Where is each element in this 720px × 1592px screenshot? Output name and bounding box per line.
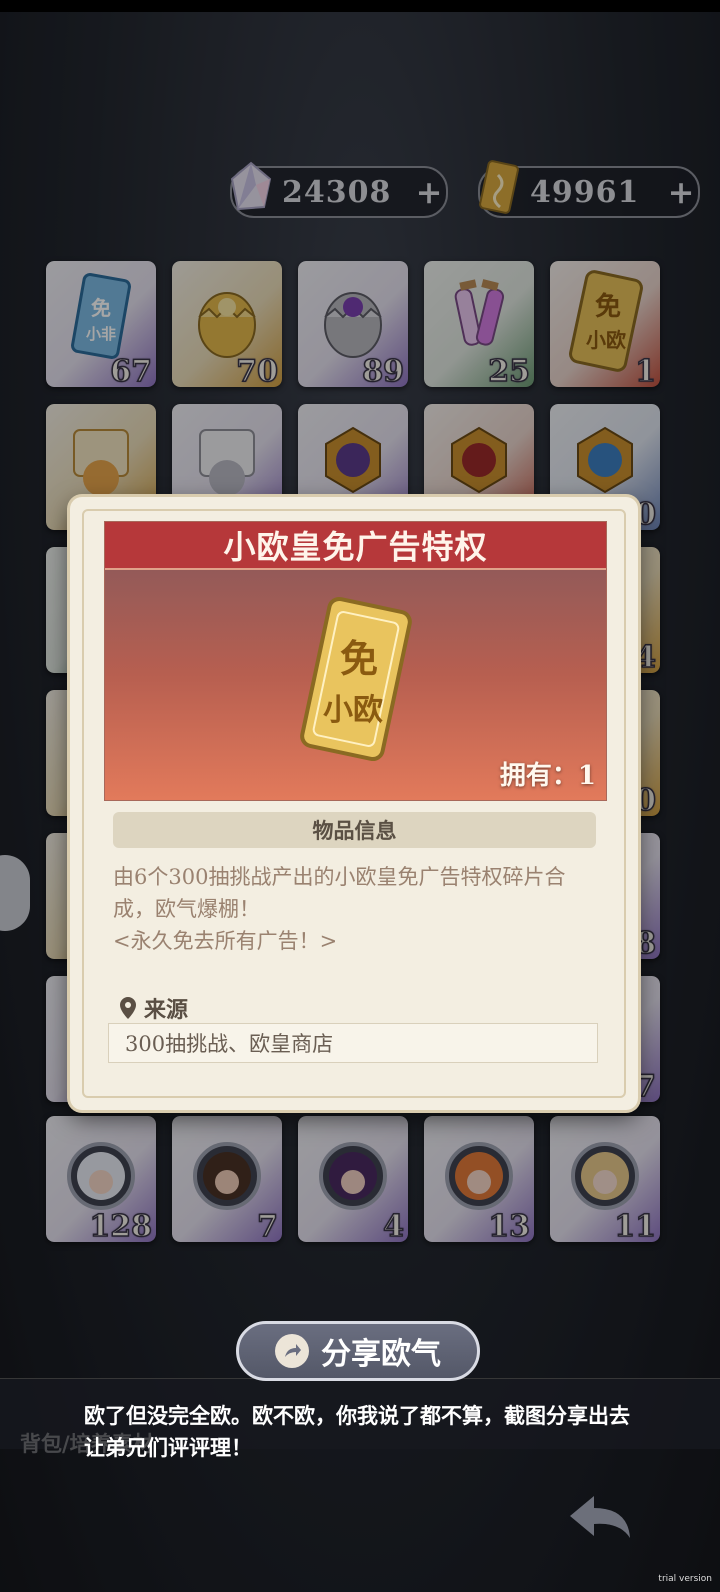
source-label: 来源 [144,997,189,1023]
trial-watermark: trial version [658,1574,712,1584]
svg-text:小欧: 小欧 [323,693,383,728]
item-title: 小欧皇免广告特权 [105,522,606,570]
share-button[interactable]: 分享欧气 [236,1321,480,1381]
description-line: <永久免去所有广告！> [113,929,338,953]
item-detail-modal: 小欧皇免广告特权 免 小欧 拥有：1 物品信息 由6个300抽挑战产出的小欧皇免… [70,497,638,1110]
item-info-header: 物品信息 [113,812,596,848]
description-line: 由6个300抽挑战产出的小欧皇免广告特权碎片合成，欧气爆棚！ [113,865,566,921]
item-description: 由6个300抽挑战产出的小欧皇免广告特权碎片合成，欧气爆棚！ <永久免去所有广告… [113,861,593,957]
item-banner: 小欧皇免广告特权 免 小欧 拥有：1 [104,521,607,801]
share-button-label: 分享欧气 [321,1337,441,1372]
source-header: 来源 [118,992,188,1024]
svg-text:免: 免 [340,636,378,681]
ticket-xiaoou-icon: 免 小欧 [300,596,412,762]
location-pin-icon [120,997,136,1019]
back-arrow-icon[interactable] [566,1492,636,1548]
share-arrow-icon [275,1334,309,1368]
share-message: 欧了但没完全欧。欧不欧，你我说了都不算，截图分享出去让弟兄们评评理！ [84,1403,630,1460]
owned-count: 拥有：1 [499,761,596,791]
source-value: 300抽挑战、欧皇商店 [108,1023,598,1063]
status-bar [0,0,720,12]
